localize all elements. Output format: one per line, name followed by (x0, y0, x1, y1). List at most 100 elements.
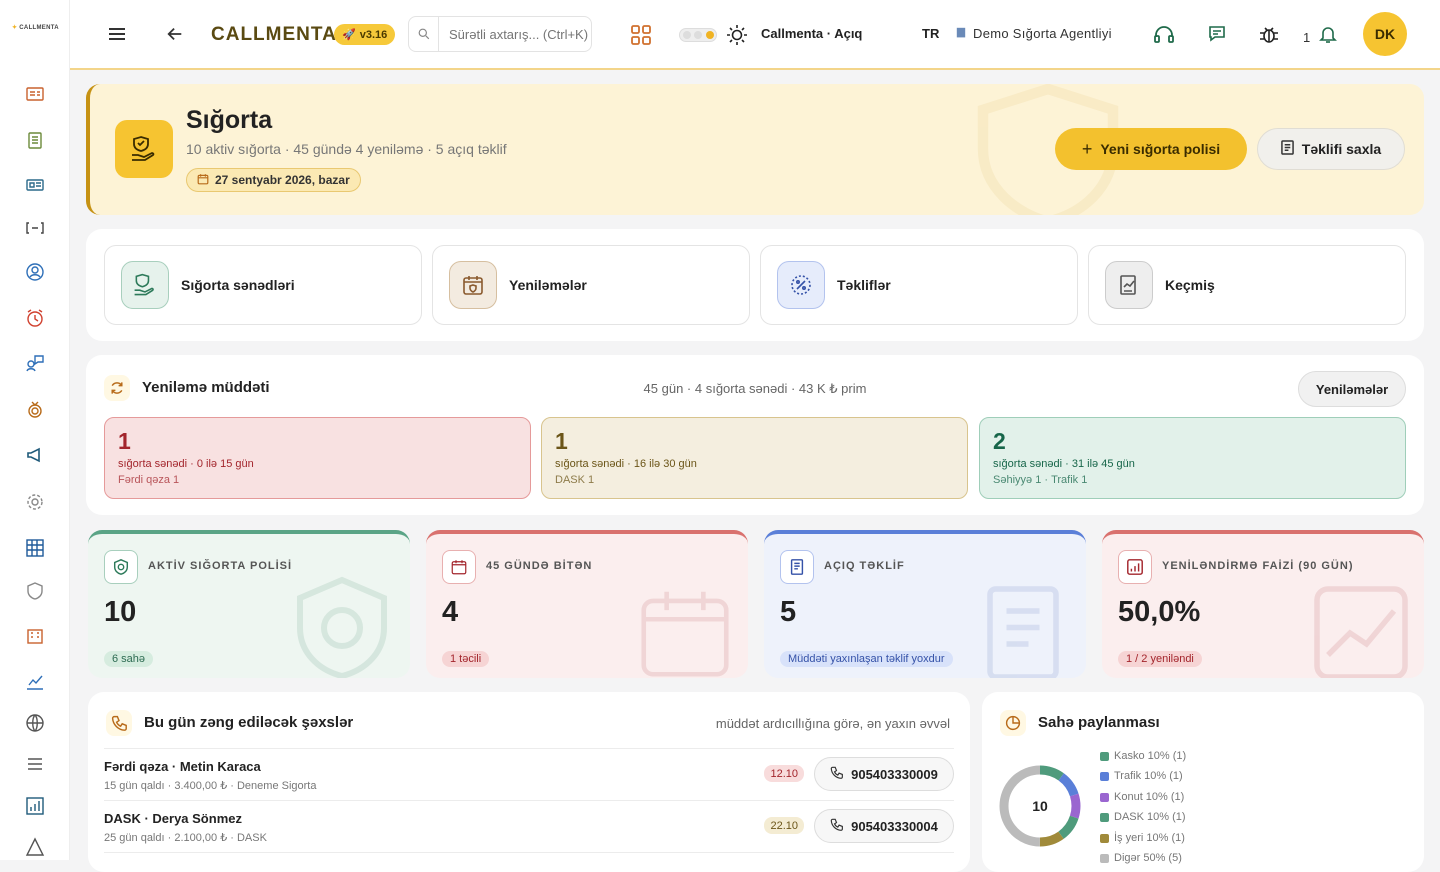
calls-panel: Bu gün zәng edilәcәk şәxslәr müddәt ardı… (88, 692, 970, 872)
page-title: Sığorta (186, 106, 273, 134)
language-switch[interactable]: TR (922, 26, 939, 41)
chart-line-icon[interactable] (22, 668, 48, 694)
watermark-chart-icon (1314, 586, 1408, 678)
legend-item: Konut 10% (1) (1100, 791, 1184, 803)
legend-item: İş yeri 10% (1) (1100, 832, 1185, 844)
building-icon[interactable] (22, 622, 48, 648)
stat-expiring[interactable]: 45 GÜNDӘ BİTӘN 4 1 tәcili (426, 530, 748, 678)
phone-icon (106, 710, 132, 736)
percent-badge-icon (777, 261, 825, 309)
medal-icon[interactable] (22, 397, 48, 423)
search-input[interactable] (439, 17, 589, 51)
dashboard-icon[interactable] (22, 81, 48, 107)
call-row[interactable]: DASK · Derya Sönmez 25 gün qaldı · 2.100… (104, 800, 954, 852)
stat-renewal-rate[interactable]: YENİLӘNDİRMӘ FAİZİ (90 GÜN) 50,0% 1 / 2 … (1102, 530, 1424, 678)
page-subtitle: 10 aktiv sığorta · 45 gündə 4 yenilәmә ·… (186, 141, 507, 157)
legend-item: Digәr 50% (5) (1100, 852, 1182, 864)
stat-title: YENİLӘNDİRMӘ FAİZİ (90 GÜN) (1162, 560, 1354, 572)
stat-badge: 1 / 2 yenilәndi (1118, 651, 1202, 667)
call-row[interactable]: Fәrdi qәza · Metin Karaca 15 gün qaldı ·… (104, 748, 954, 800)
globe-icon[interactable] (22, 710, 48, 736)
version-badge: 🚀 v3.16 (334, 24, 396, 45)
code-icon[interactable] (22, 215, 48, 241)
avatar[interactable]: DK (1363, 12, 1407, 56)
theme-toggle[interactable] (679, 28, 717, 42)
grid-icon[interactable] (22, 535, 48, 561)
calls-sort-label: müddәt ardıcıllığına görә, әn yaxın әvvә… (715, 716, 950, 731)
distribution-title: Sahә paylanması (1038, 714, 1160, 731)
renewal-card-16-30[interactable]: 1 sığorta sәnәdi · 16 ilә 30 gün DASK 1 (541, 417, 968, 499)
triangle-icon[interactable] (22, 834, 48, 860)
gear-icon[interactable] (22, 489, 48, 515)
calls-title: Bu gün zәng edilәcәk şәxslәr (144, 714, 354, 731)
stat-title: 45 GÜNDӘ BİTӘN (486, 560, 593, 572)
renewal-card-0-15[interactable]: 1 sığorta sәnәdi · 0 ilә 15 gün Fәrdi qә… (104, 417, 531, 499)
list-icon[interactable] (22, 751, 48, 777)
phone-icon (830, 766, 844, 782)
plus-icon: + (1081, 138, 1093, 159)
back-arrow-icon[interactable] (166, 25, 184, 43)
renewal-card-31-45[interactable]: 2 sığorta sәnәdi · 31 ilә 45 gün Sәhiyyә… (979, 417, 1406, 499)
stat-title: AÇIQ TӘKLİF (824, 560, 905, 572)
stat-value: 5 (780, 596, 797, 628)
document-icon (1280, 140, 1294, 158)
message-icon[interactable] (1207, 24, 1227, 44)
menu-icon[interactable] (107, 24, 127, 44)
brand-name[interactable]: CALLMENTA (211, 24, 337, 46)
stat-open-offers[interactable]: AÇIQ TӘKLİF 5 Müddәti yaxınlaşan tәklif … (764, 530, 1086, 678)
new-policy-button[interactable]: + Yeni sığorta polisi (1055, 128, 1247, 170)
id-card-icon[interactable] (22, 172, 48, 198)
megaphone-icon[interactable] (22, 442, 48, 468)
stat-title: AKTİV SIĞORTA POLİSİ (148, 560, 293, 572)
history-card[interactable]: Keçmiş (1088, 245, 1406, 325)
offers-card[interactable]: Tәkliflәr (760, 245, 1078, 325)
stat-value: 10 (104, 596, 137, 628)
stat-badge: Müddәti yaxınlaşan tәklif yoxdur (780, 651, 953, 667)
call-button[interactable]: 905403330004 (814, 809, 954, 843)
legend-item: DASK 10% (1) (1100, 811, 1186, 823)
notification-count: 1 (1303, 30, 1311, 45)
page-header: Sığorta 10 aktiv sığorta · 45 gündə 4 ye… (86, 84, 1424, 215)
renewals-card[interactable]: Yenilәmәlәr (432, 245, 750, 325)
company-selector[interactable]: Demo Sığorta Agentliyi (955, 26, 1112, 41)
headset-icon[interactable] (1153, 24, 1175, 46)
renewals-button[interactable]: Yenilәmәlәr (1298, 371, 1406, 407)
save-offer-button[interactable]: Tәklifi saxla (1257, 128, 1405, 170)
watermark-shield-icon (297, 576, 387, 678)
pie-chart-icon (1000, 710, 1026, 736)
stat-value: 50,0% (1118, 596, 1201, 628)
legend-item: Kasko 10% (1) (1100, 750, 1186, 762)
side-rail: ✦ CALLMENTA (0, 0, 70, 860)
due-date-badge: 12.10 (764, 765, 804, 782)
rocket-icon: 🚀 (342, 29, 356, 41)
user-circle-icon[interactable] (22, 259, 48, 285)
bug-icon[interactable] (1258, 23, 1280, 45)
alarm-icon[interactable] (22, 305, 48, 331)
distribution-panel: Sahә paylanması 10 Kasko 10% (1) Trafik … (982, 692, 1424, 872)
call-button[interactable]: 905403330009 (814, 757, 954, 791)
stat-active-policies[interactable]: AKTİV SIĞORTA POLİSİ 10 6 sahә (88, 530, 410, 678)
watermark-calendar-icon (641, 591, 729, 677)
phone-icon (830, 818, 844, 834)
apps-grid-icon[interactable] (630, 24, 652, 46)
renewal-panel: Yenilәmә müddәti 45 gün · 4 sığorta sәnә… (86, 355, 1424, 515)
building-icon (955, 26, 967, 41)
search-box[interactable] (408, 16, 592, 52)
bell-icon[interactable] (1318, 24, 1338, 44)
bar-chart-icon[interactable] (22, 793, 48, 819)
quick-nav-panel: Sığorta sәnәdlәri Yenilәmәlәr Tәkliflәr … (86, 229, 1424, 341)
shield-icon[interactable] (22, 578, 48, 604)
clipboard-icon[interactable] (22, 127, 48, 153)
stat-badge: 1 tәcili (442, 651, 490, 667)
divider (104, 852, 954, 853)
policy-hand-icon (121, 261, 169, 309)
shield-phone-icon (104, 550, 138, 584)
calendar-shield-icon (449, 261, 497, 309)
due-date-badge: 22.10 (764, 817, 804, 834)
policies-card[interactable]: Sığorta sәnәdlәri (104, 245, 422, 325)
sun-icon[interactable] (726, 24, 748, 46)
renewal-meta: 45 gün · 4 sığorta sәnәdi · 43 K ₺ prim (643, 381, 867, 396)
watermark-receipt-icon (987, 586, 1059, 678)
chat-user-icon[interactable] (22, 350, 48, 376)
app-logo[interactable]: ✦ CALLMENTA (12, 24, 59, 31)
